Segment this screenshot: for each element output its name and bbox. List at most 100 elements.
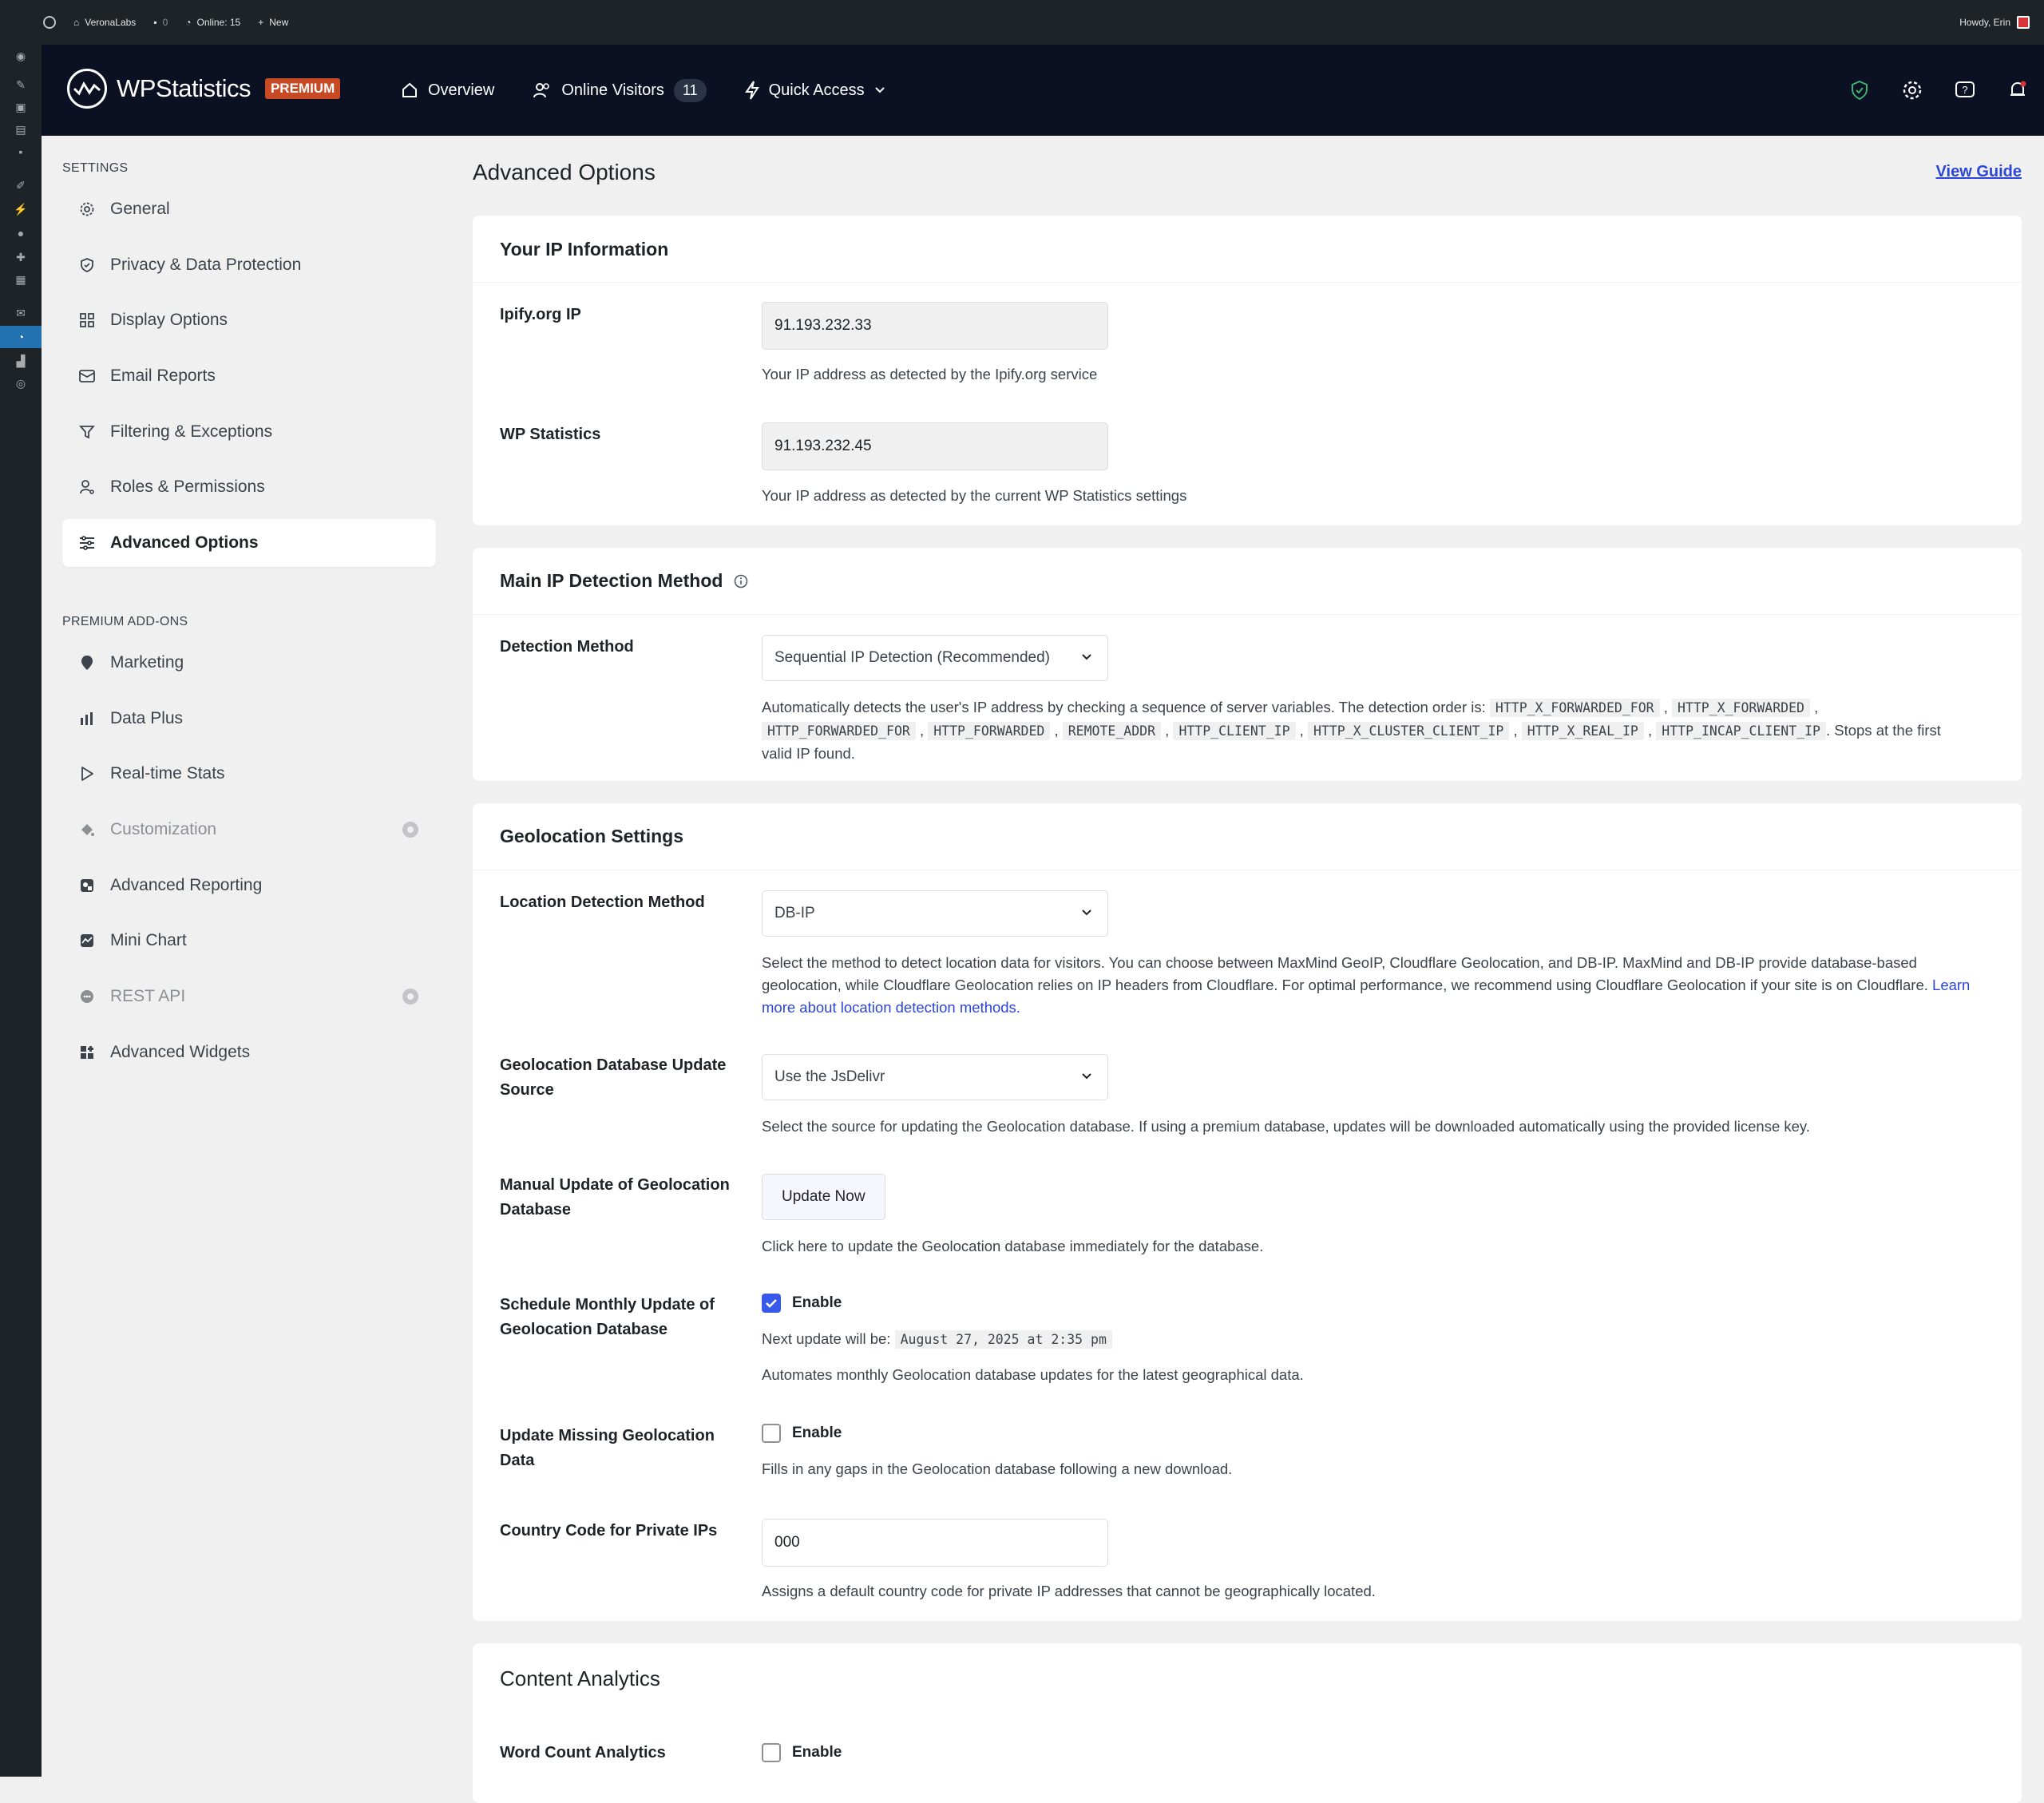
sidebar-item-label: Real-time Stats bbox=[110, 764, 225, 783]
gear-icon[interactable] bbox=[1902, 80, 1923, 101]
schedule-update-label: Schedule Monthly Update of Geolocation D… bbox=[500, 1296, 715, 1338]
next-update-row: Next update will be: August 27, 2025 at … bbox=[762, 1328, 1975, 1351]
sidebar-item-customization[interactable]: Customization bbox=[62, 806, 436, 854]
appearance-icon[interactable]: ✐ bbox=[0, 174, 42, 196]
server-variable: HTTP_INCAP_CLIENT_IP bbox=[1656, 722, 1826, 740]
chevron-down-icon bbox=[1082, 909, 1091, 916]
filter-icon bbox=[78, 423, 96, 441]
nav-overview[interactable]: Overview bbox=[401, 81, 494, 100]
detection-method-label: Detection Method bbox=[500, 638, 634, 656]
comment-icon: ▪ bbox=[153, 17, 157, 28]
sidebar-item-advanced-widgets[interactable]: Advanced Widgets bbox=[62, 1028, 436, 1076]
sidebar-item-mini-chart[interactable]: Mini Chart bbox=[62, 917, 436, 965]
new-content-link[interactable]: + New bbox=[258, 17, 288, 28]
card-title: Your IP Information bbox=[500, 239, 669, 260]
sidebar-item-display-options[interactable]: Display Options bbox=[62, 296, 436, 344]
ipify-ip-field[interactable]: 91.193.232.33 bbox=[762, 302, 1108, 350]
sidebar-item-filtering[interactable]: Filtering & Exceptions bbox=[62, 408, 436, 456]
location-method-description: Select the method to detect location dat… bbox=[762, 952, 1975, 1019]
server-variable: HTTP_X_FORWARDED bbox=[1672, 699, 1810, 717]
sidebar-item-marketing[interactable]: Marketing bbox=[62, 639, 436, 687]
update-now-button[interactable]: Update Now bbox=[762, 1174, 885, 1220]
sidebar-item-roles[interactable]: Roles & Permissions bbox=[62, 463, 436, 511]
next-update-date: August 27, 2025 at 2:35 pm bbox=[894, 1330, 1112, 1349]
detection-method-select[interactable]: Sequential IP Detection (Recommended) bbox=[762, 635, 1108, 681]
sidebar-item-label: Filtering & Exceptions bbox=[110, 422, 273, 441]
nav-online-visitors[interactable]: Online Visitors 11 bbox=[533, 78, 707, 102]
wp-admin-menu: ◉ ✎ ▣ ▤ ▪ ✐ ⚡ ● ✚ ▦ ✉ ◔ ▟ ◎ bbox=[0, 45, 42, 1777]
sliders-icon bbox=[78, 534, 96, 552]
chevron-down-icon bbox=[1082, 1073, 1091, 1080]
media-icon[interactable]: ▣ bbox=[0, 96, 42, 118]
online-link[interactable]: ◔ Online: 15 bbox=[185, 17, 240, 28]
sidebar-item-privacy[interactable]: Privacy & Data Protection bbox=[62, 241, 436, 289]
api-icon bbox=[78, 988, 96, 1005]
paint-bucket-icon bbox=[78, 821, 96, 838]
user-account-menu[interactable]: Howdy, Erin bbox=[1959, 0, 2030, 45]
grid-icon bbox=[78, 311, 96, 329]
server-variable: HTTP_X_REAL_IP bbox=[1521, 722, 1644, 740]
posts-icon[interactable]: ✎ bbox=[0, 73, 42, 96]
sidebar-item-general[interactable]: General bbox=[62, 185, 436, 233]
notification-bell-icon[interactable] bbox=[2007, 80, 2028, 101]
plugins-icon[interactable]: ⚡ bbox=[0, 198, 42, 220]
schedule-update-checkbox-row[interactable]: Enable bbox=[762, 1294, 842, 1313]
statistics-menu-icon[interactable]: ◔ bbox=[0, 326, 42, 348]
word-count-checkbox[interactable] bbox=[762, 1743, 781, 1762]
location-desc-text: Select the method to detect location dat… bbox=[762, 954, 1928, 993]
sidebar-item-advanced-reporting[interactable]: Advanced Reporting bbox=[62, 862, 436, 909]
manual-update-description: Click here to update the Geolocation dat… bbox=[762, 1238, 1264, 1254]
server-variable: HTTP_FORWARDED_FOR bbox=[762, 722, 916, 740]
manual-update-label: Manual Update of Geolocation Database bbox=[500, 1176, 730, 1219]
country-code-label: Country Code for Private IPs bbox=[500, 1522, 718, 1539]
sidebar-item-rest-api[interactable]: REST API bbox=[62, 973, 436, 1020]
location-method-select[interactable]: DB-IP bbox=[762, 890, 1108, 937]
logo-wave-icon bbox=[67, 69, 107, 109]
sidebar-item-label: Marketing bbox=[110, 653, 184, 672]
comments-link[interactable]: ▪ 0 bbox=[153, 17, 168, 28]
nav-quick-access[interactable]: Quick Access bbox=[744, 81, 885, 100]
info-icon[interactable] bbox=[734, 574, 748, 588]
sidebar-item-label: Roles & Permissions bbox=[110, 477, 265, 496]
site-name-link[interactable]: ⌂ VeronaLabs bbox=[73, 17, 136, 28]
missing-data-checkbox[interactable] bbox=[762, 1424, 781, 1443]
country-code-input[interactable]: 000 bbox=[762, 1519, 1108, 1567]
view-guide-link[interactable]: View Guide bbox=[1936, 163, 2022, 181]
mail-icon[interactable]: ✉ bbox=[0, 302, 42, 324]
missing-data-checkbox-row[interactable]: Enable bbox=[762, 1424, 842, 1443]
wordpress-logo-icon[interactable] bbox=[43, 16, 56, 29]
ipify-ip-label: Ipify.org IP bbox=[500, 306, 581, 323]
sidebar-item-label: Email Reports bbox=[110, 367, 216, 385]
marketing-pin-icon bbox=[78, 654, 96, 672]
schedule-update-checkbox[interactable] bbox=[762, 1294, 781, 1313]
shield-check-icon[interactable] bbox=[1849, 80, 1870, 101]
logo-text: WPStatistics bbox=[117, 74, 251, 102]
card-title: Main IP Detection Method bbox=[500, 570, 723, 591]
word-count-checkbox-row[interactable]: Enable bbox=[762, 1743, 842, 1762]
plus-icon: + bbox=[258, 17, 264, 28]
tools-icon[interactable]: ✚ bbox=[0, 246, 42, 268]
premium-addons-heading: PREMIUM ADD-ONS bbox=[62, 615, 188, 628]
users-icon[interactable]: ● bbox=[0, 222, 42, 244]
detection-intro: Automatically detects the user's IP addr… bbox=[762, 699, 1486, 715]
settings-menu-icon[interactable]: ▦ bbox=[0, 268, 42, 291]
server-variable: HTTP_FORWARDED bbox=[928, 722, 1051, 740]
dashboard-icon[interactable]: ◉ bbox=[0, 45, 42, 67]
next-update-label: Next update will be: bbox=[762, 1330, 891, 1347]
pages-icon[interactable]: ▤ bbox=[0, 118, 42, 141]
plugin-header: WPStatistics PREMIUM Overview Online Vis… bbox=[42, 45, 2044, 136]
help-icon[interactable]: ? bbox=[1955, 80, 1975, 101]
sidebar-item-realtime-stats[interactable]: Real-time Stats bbox=[62, 750, 436, 798]
wps-ip-field[interactable]: 91.193.232.45 bbox=[762, 422, 1108, 470]
card-title: Content Analytics bbox=[500, 1666, 660, 1690]
wp-statistics-logo[interactable]: WPStatistics PREMIUM bbox=[67, 69, 341, 109]
sidebar-item-label: Mini Chart bbox=[110, 931, 187, 949]
sidebar-item-email-reports[interactable]: Email Reports bbox=[62, 352, 436, 400]
analytics-icon[interactable]: ▟ bbox=[0, 350, 42, 372]
sidebar-item-advanced-options[interactable]: Advanced Options bbox=[62, 519, 436, 567]
comments-menu-icon[interactable]: ▪ bbox=[0, 141, 42, 163]
update-source-select[interactable]: Use the JsDelivr bbox=[762, 1054, 1108, 1100]
collapse-menu-icon[interactable]: ◎ bbox=[0, 372, 42, 394]
checkmark-icon bbox=[766, 1299, 777, 1308]
sidebar-item-data-plus[interactable]: Data Plus bbox=[62, 695, 436, 743]
